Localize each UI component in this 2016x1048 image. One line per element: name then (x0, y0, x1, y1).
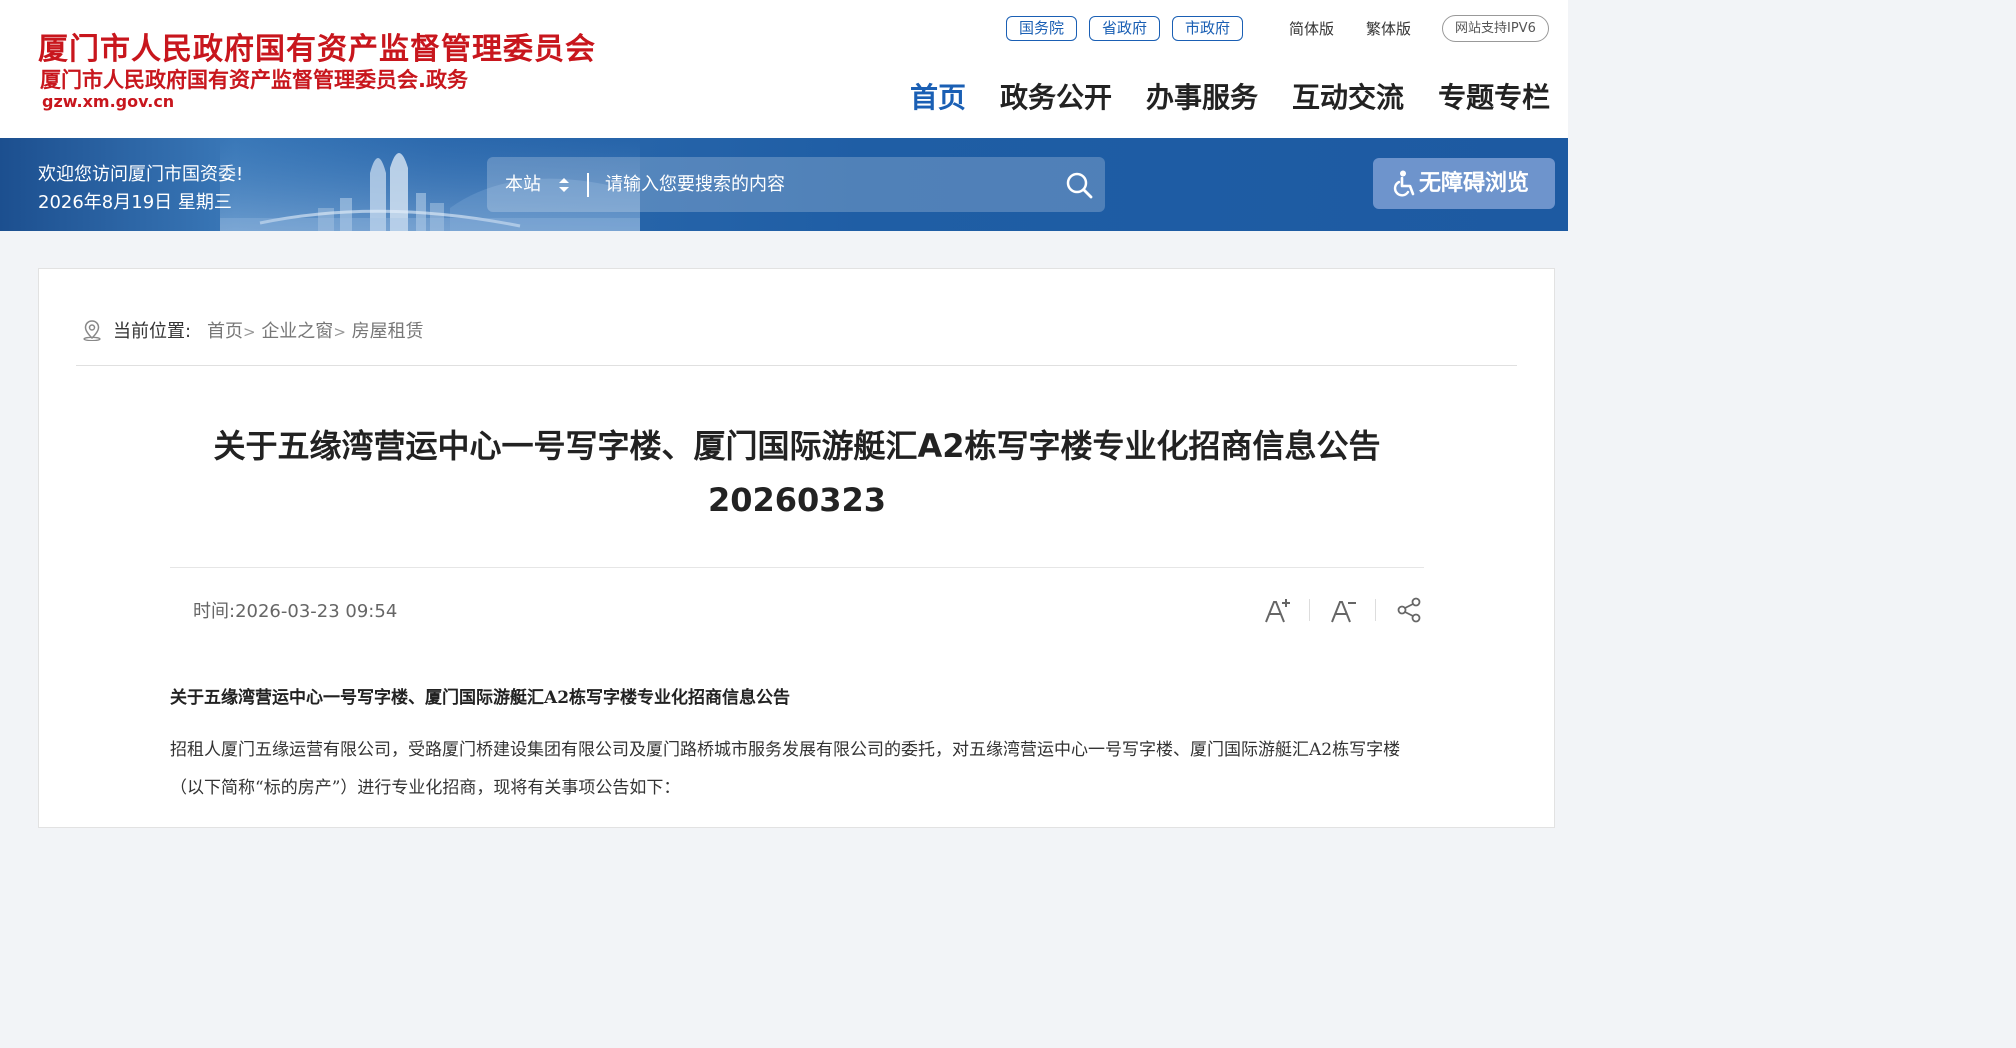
lang-traditional-link[interactable]: 繁体版 (1366, 18, 1411, 39)
link-city[interactable]: 市政府 (1172, 16, 1244, 41)
share-icon[interactable] (1394, 595, 1424, 625)
wheelchair-icon (1393, 170, 1415, 197)
search-input[interactable] (605, 157, 1055, 212)
font-increase-icon[interactable] (1263, 595, 1293, 625)
main-nav: 首页 政务公开 办事服务 互动交流 专题专栏 (910, 76, 1550, 116)
breadcrumb-enterprise-window[interactable]: 企业之窗 (261, 321, 333, 342)
article-subheading: 关于五缘湾营运中心一号写字楼、厦门国际游艇汇A2栋写字楼专业化招商信息公告 (170, 688, 791, 708)
divider (170, 567, 1424, 568)
search-scope-select[interactable]: 本站 (505, 157, 541, 212)
search-icon[interactable] (1065, 171, 1093, 199)
location-pin-icon (83, 320, 101, 341)
top-banner: 欢迎您访问厦门市国资委! 2026年8月19日 星期三 本站 无障碍浏览 (0, 138, 1568, 231)
accessibility-label: 无障碍浏览 (1419, 171, 1530, 196)
breadcrumb-separator: > (333, 323, 346, 341)
logo-title[interactable]: 厦门市人民政府国有资产监督管理委员会 (38, 24, 596, 68)
breadcrumb-separator: > (243, 323, 256, 341)
nav-interaction[interactable]: 互动交流 (1292, 76, 1404, 116)
nav-services[interactable]: 办事服务 (1146, 76, 1258, 116)
lang-simplified-link[interactable]: 简体版 (1289, 18, 1334, 39)
current-date: 2026年8月19日 星期三 (38, 192, 232, 213)
ipv6-badge: 网站支持IPV6 (1442, 15, 1549, 42)
logo-subtitle: 厦门市人民政府国有资产监督管理委员会.政务 (40, 68, 468, 92)
tool-separator (1309, 599, 1310, 621)
nav-gov-affairs[interactable]: 政务公开 (1000, 76, 1112, 116)
welcome-text: 欢迎您访问厦门市国资委! (38, 164, 244, 185)
article-card: 当前位置: 首页> 企业之窗> 房屋租赁 关于五缘湾营运中心一号写字楼、厦门国际… (38, 268, 1555, 828)
article-title: 关于五缘湾营运中心一号写字楼、厦门国际游艇汇A2栋写字楼专业化招商信息公告202… (213, 427, 1381, 519)
breadcrumb-trail: 首页> 企业之窗> 房屋租赁 (207, 317, 424, 343)
gov-links: 国务院 省政府 市政府 (1006, 16, 1244, 41)
accessibility-button[interactable]: 无障碍浏览 (1373, 158, 1555, 209)
divider (76, 365, 1517, 366)
article-paragraph: 招租人厦门五缘运营有限公司，受路厦门桥建设集团有限公司及厦门路桥城市服务发展有限… (170, 740, 1401, 798)
nav-topics[interactable]: 专题专栏 (1438, 76, 1550, 116)
publish-time-label: 时间: (193, 601, 236, 622)
breadcrumb-house-rental[interactable]: 房屋租赁 (352, 321, 424, 342)
search-divider (587, 173, 589, 197)
publish-time: 时间:2026-03-23 09:54 (193, 597, 397, 623)
breadcrumb-home[interactable]: 首页 (207, 321, 243, 342)
nav-home[interactable]: 首页 (910, 76, 966, 116)
link-state-council[interactable]: 国务院 (1006, 16, 1078, 41)
logo-domain: gzw.xm.gov.cn (42, 92, 175, 111)
publish-time-value: 2026-03-23 09:54 (235, 601, 398, 622)
site-header: 厦门市人民政府国有资产监督管理委员会 厦门市人民政府国有资产监督管理委员会.政务… (0, 0, 1568, 138)
link-province[interactable]: 省政府 (1089, 16, 1161, 41)
updown-arrow-icon[interactable] (559, 178, 569, 192)
search-bar: 本站 (487, 157, 1105, 212)
tool-separator (1375, 599, 1376, 621)
breadcrumb-label: 当前位置: (113, 321, 192, 342)
font-decrease-icon[interactable] (1329, 595, 1359, 625)
